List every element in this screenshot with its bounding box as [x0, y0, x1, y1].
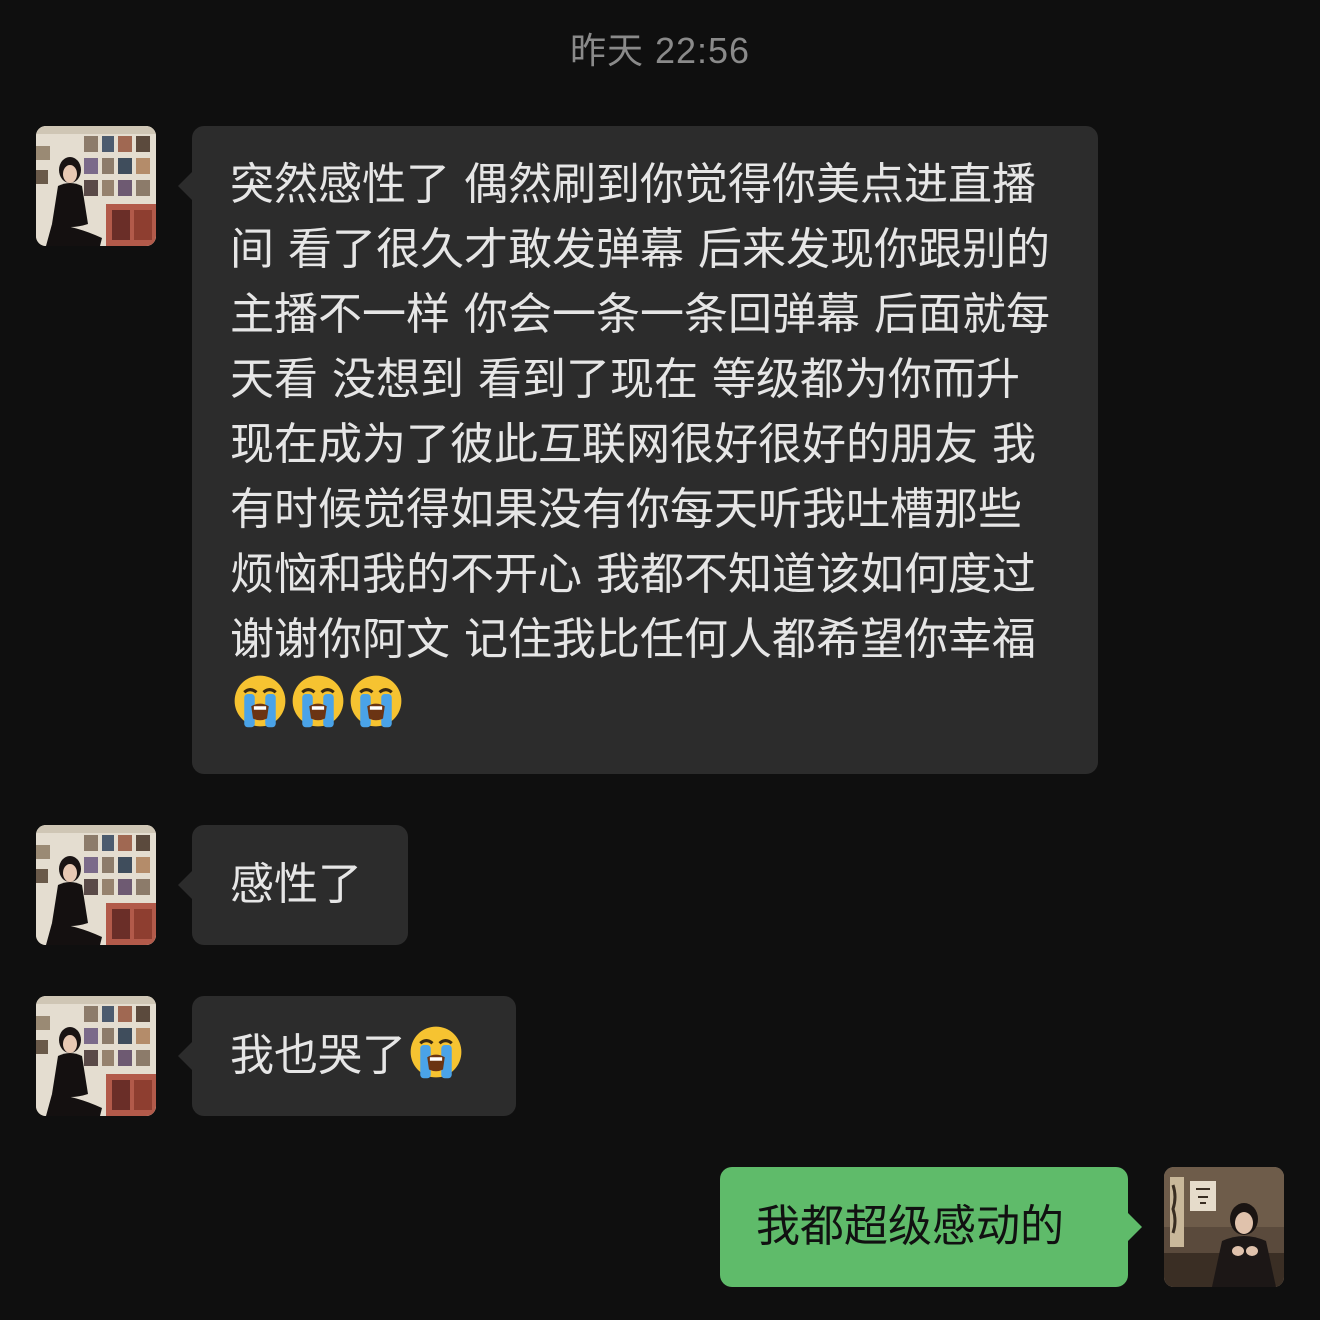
loudly-crying-face-icon — [350, 675, 402, 728]
loudly-crying-face-icon — [292, 675, 344, 728]
contact-avatar-image — [36, 996, 156, 1116]
incoming-message-bubble[interactable]: 感性了 — [178, 825, 408, 945]
contact-avatar-image — [36, 825, 156, 945]
self-avatar[interactable] — [1164, 1167, 1284, 1287]
incoming-message-bubble[interactable]: 突然感性了 偶然刷到你觉得你美点进直播间 看了很久才敢发弹幕 后来发现你跟别的主… — [178, 126, 1098, 774]
contact-avatar[interactable] — [36, 996, 156, 1116]
loudly-crying-face-icon — [234, 675, 286, 728]
message-text: 我都超级感动的 — [756, 1201, 1064, 1252]
outgoing-message-bubble[interactable]: 我都超级感动的 — [720, 1167, 1142, 1287]
message-text: 我也哭了 — [230, 1030, 406, 1081]
contact-avatar[interactable] — [36, 825, 156, 945]
message-text: 突然感性了 偶然刷到你觉得你美点进直播间 看了很久才敢发弹幕 后来发现你跟别的主… — [230, 159, 1050, 665]
contact-avatar[interactable] — [36, 126, 156, 246]
contact-avatar-image — [36, 126, 156, 246]
chat-screen: 昨天 22:56 突然感性了 偶然刷到你觉得你美点进直播间 看了很久才敢发弹幕 … — [0, 0, 1320, 1320]
loudly-crying-face-icon — [410, 1026, 462, 1079]
incoming-message-bubble[interactable]: 我也哭了 — [178, 996, 516, 1116]
message-timestamp: 昨天 22:56 — [569, 30, 751, 71]
message-text: 感性了 — [230, 859, 362, 910]
self-avatar-image — [1164, 1167, 1284, 1287]
